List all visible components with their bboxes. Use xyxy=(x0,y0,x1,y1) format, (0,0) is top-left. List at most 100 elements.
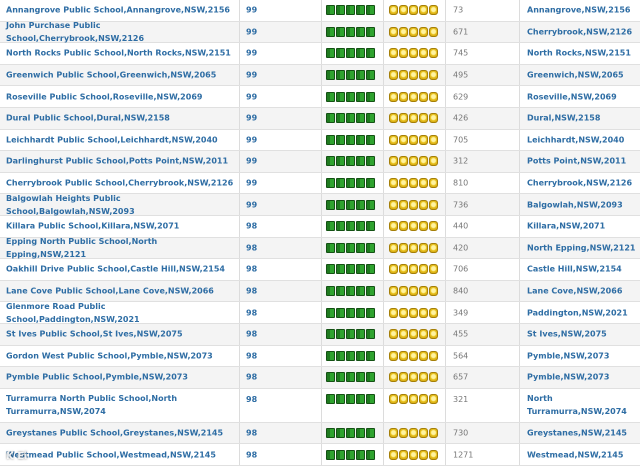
school-name-link[interactable]: Killara Public School,Killara,NSW,2071 xyxy=(6,220,179,233)
suburb-cell[interactable]: Paddington,NSW,2021 xyxy=(520,302,640,323)
school-name-cell[interactable]: Darlinghurst Public School,Potts Point,N… xyxy=(0,151,240,172)
suburb-link[interactable]: Killara,NSW,2071 xyxy=(527,220,605,233)
green-book-icon xyxy=(346,199,355,210)
rank-value: 321 xyxy=(453,394,469,404)
suburb-cell[interactable]: Cherrybrook,NSW,2126 xyxy=(520,22,640,43)
school-name-link[interactable]: Gordon West Public School,Pymble,NSW,207… xyxy=(6,349,213,362)
school-name-cell[interactable]: Greenwich Public School,Greenwich,NSW,20… xyxy=(0,64,240,86)
suburb-link[interactable]: Annangrove,NSW,2156 xyxy=(527,4,630,17)
school-name-cell[interactable]: Westmead Public School,Westmead,NSW,2145 xyxy=(0,444,240,465)
school-name-link[interactable]: Balgowlah Heights Public School,Balgowla… xyxy=(6,192,239,218)
suburb-link[interactable]: Cherrybrook,NSW,2126 xyxy=(527,25,632,38)
suburb-link[interactable]: Westmead,NSW,2145 xyxy=(527,448,623,461)
suburb-cell[interactable]: Pymble,NSW,2073 xyxy=(520,346,640,367)
green-book-icon xyxy=(336,178,345,189)
rank-cell: 73 xyxy=(446,0,520,21)
table-row: Glenmore Road Public School,Paddington,N… xyxy=(0,302,640,324)
school-name-cell[interactable]: Cherrybrook Public School,Cherrybrook,NS… xyxy=(0,172,240,194)
school-name-cell[interactable]: Dural Public School,Dural,NSW,2158 xyxy=(0,107,240,129)
green-book-icon xyxy=(326,350,335,361)
suburb-link[interactable]: Roseville,NSW,2069 xyxy=(527,90,617,103)
suburb-link[interactable]: Leichhardt,NSW,2040 xyxy=(527,133,624,146)
suburb-link[interactable]: Greenwich,NSW,2065 xyxy=(527,69,624,82)
school-name-link[interactable]: Leichhardt Public School,Leichhardt,NSW,… xyxy=(6,133,218,146)
school-name-cell[interactable]: Gordon West Public School,Pymble,NSW,207… xyxy=(0,345,240,367)
school-name-cell[interactable]: Epping North Public School,North Epping,… xyxy=(0,235,240,261)
school-name-link[interactable]: Glenmore Road Public School,Paddington,N… xyxy=(6,300,239,326)
suburb-link[interactable]: Lane Cove,NSW,2066 xyxy=(527,285,622,298)
school-name-link[interactable]: Darlinghurst Public School,Potts Point,N… xyxy=(6,155,228,168)
suburb-link[interactable]: Paddington,NSW,2021 xyxy=(527,306,628,319)
gold-coin-icon xyxy=(409,156,418,167)
value-rating xyxy=(389,156,438,167)
school-name-link[interactable]: North Rocks Public School,North Rocks,NS… xyxy=(6,47,231,60)
suburb-link[interactable]: Dural,NSW,2158 xyxy=(527,112,600,125)
suburb-cell[interactable]: Dural,NSW,2158 xyxy=(520,108,640,129)
suburb-cell[interactable]: North Rocks,NSW,2151 xyxy=(520,43,640,64)
suburb-link[interactable]: Castle Hill,NSW,2154 xyxy=(527,263,622,276)
school-name-cell[interactable]: Roseville Public School,Roseville,NSW,20… xyxy=(0,86,240,107)
suburb-cell[interactable]: Potts Point,NSW,2011 xyxy=(520,151,640,172)
school-name-link[interactable]: Pymble Public School,Pymble,NSW,2073 xyxy=(6,371,188,384)
gold-coin-icon xyxy=(399,70,408,81)
school-name-link[interactable]: Greystanes Public School,Greystanes,NSW,… xyxy=(6,426,223,439)
school-name-cell[interactable]: Balgowlah Heights Public School,Balgowla… xyxy=(0,192,240,218)
school-name-link[interactable]: Roseville Public School,Roseville,NSW,20… xyxy=(6,90,202,103)
gold-coin-icon xyxy=(429,91,438,102)
school-name-cell[interactable]: Glenmore Road Public School,Paddington,N… xyxy=(0,300,240,326)
value-rating xyxy=(389,5,438,16)
suburb-link[interactable]: North Rocks,NSW,2151 xyxy=(527,47,631,60)
suburb-link[interactable]: Cherrybrook,NSW,2126 xyxy=(527,177,632,190)
academic-rating-cell xyxy=(322,43,384,64)
suburb-cell[interactable]: Pymble,NSW,2073 xyxy=(520,367,640,388)
school-name-link[interactable]: Lane Cove Public School,Lane Cove,NSW,20… xyxy=(6,285,214,298)
school-name-link[interactable]: Turramurra North Public School,North Tur… xyxy=(6,392,239,418)
suburb-link[interactable]: North Turramurra,NSW,2074 xyxy=(527,392,640,418)
suburb-cell[interactable]: Annangrove,NSW,2156 xyxy=(520,0,640,21)
suburb-link[interactable]: Greystanes,NSW,2145 xyxy=(527,426,627,439)
school-name-cell[interactable]: Leichhardt Public School,Leichhardt,NSW,… xyxy=(0,129,240,151)
suburb-cell[interactable]: Leichhardt,NSW,2040 xyxy=(520,130,640,151)
suburb-cell[interactable]: Greystanes,NSW,2145 xyxy=(520,423,640,444)
suburb-cell[interactable]: Westmead,NSW,2145 xyxy=(520,444,640,465)
suburb-link[interactable]: Pymble,NSW,2073 xyxy=(527,349,609,362)
suburb-cell[interactable]: Cherrybrook,NSW,2126 xyxy=(520,173,640,194)
suburb-cell[interactable]: Balgowlah,NSW,2093 xyxy=(520,194,640,215)
green-book-icon xyxy=(366,134,375,145)
green-book-icon xyxy=(336,242,345,253)
suburb-cell[interactable]: St Ives,NSW,2075 xyxy=(520,324,640,345)
school-name-link[interactable]: St Ives Public School,St Ives,NSW,2075 xyxy=(6,328,183,341)
suburb-cell[interactable]: North Epping,NSW,2121 xyxy=(520,238,640,259)
suburb-cell[interactable]: North Turramurra,NSW,2074 xyxy=(520,389,640,422)
suburb-cell[interactable]: Lane Cove,NSW,2066 xyxy=(520,281,640,302)
school-name-cell[interactable]: Pymble Public School,Pymble,NSW,2073 xyxy=(0,367,240,388)
school-name-link[interactable]: Dural Public School,Dural,NSW,2158 xyxy=(6,112,170,125)
school-name-cell[interactable]: St Ives Public School,St Ives,NSW,2075 xyxy=(0,323,240,345)
suburb-link[interactable]: St Ives,NSW,2075 xyxy=(527,328,607,341)
school-name-link[interactable]: Annangrove Public School,Annangrove,NSW,… xyxy=(6,4,230,17)
school-name-cell[interactable]: North Rocks Public School,North Rocks,NS… xyxy=(0,43,240,64)
school-name-cell[interactable]: Annangrove Public School,Annangrove,NSW,… xyxy=(0,0,240,21)
gold-coin-icon xyxy=(409,221,418,232)
suburb-link[interactable]: Balgowlah,NSW,2093 xyxy=(527,198,623,211)
school-name-cell[interactable]: Turramurra North Public School,North Tur… xyxy=(0,388,240,422)
suburb-cell[interactable]: Roseville,NSW,2069 xyxy=(520,86,640,107)
school-name-link[interactable]: Cherrybrook Public School,Cherrybrook,NS… xyxy=(6,177,233,190)
suburb-cell[interactable]: Killara,NSW,2071 xyxy=(520,216,640,237)
suburb-link[interactable]: Pymble,NSW,2073 xyxy=(527,371,609,384)
school-name-cell[interactable]: John Purchase Public School,Cherrybrook,… xyxy=(0,19,240,45)
suburb-link[interactable]: North Epping,NSW,2121 xyxy=(527,241,636,254)
school-name-link[interactable]: Greenwich Public School,Greenwich,NSW,20… xyxy=(6,69,216,82)
suburb-link[interactable]: Potts Point,NSW,2011 xyxy=(527,155,626,168)
suburb-cell[interactable]: Castle Hill,NSW,2154 xyxy=(520,259,640,280)
school-name-link[interactable]: Oakhill Drive Public School,Castle Hill,… xyxy=(6,263,225,276)
school-name-link[interactable]: John Purchase Public School,Cherrybrook,… xyxy=(6,19,239,45)
school-name-link[interactable]: Westmead Public School,Westmead,NSW,2145 xyxy=(6,448,216,461)
school-name-cell[interactable]: Greystanes Public School,Greystanes,NSW,… xyxy=(0,422,240,444)
green-book-icon xyxy=(366,449,375,460)
suburb-cell[interactable]: Greenwich,NSW,2065 xyxy=(520,65,640,86)
school-name-cell[interactable]: Killara Public School,Killara,NSW,2071 xyxy=(0,215,240,237)
school-name-cell[interactable]: Oakhill Drive Public School,Castle Hill,… xyxy=(0,259,240,280)
school-name-cell[interactable]: Lane Cove Public School,Lane Cove,NSW,20… xyxy=(0,280,240,302)
school-name-link[interactable]: Epping North Public School,North Epping,… xyxy=(6,235,239,261)
